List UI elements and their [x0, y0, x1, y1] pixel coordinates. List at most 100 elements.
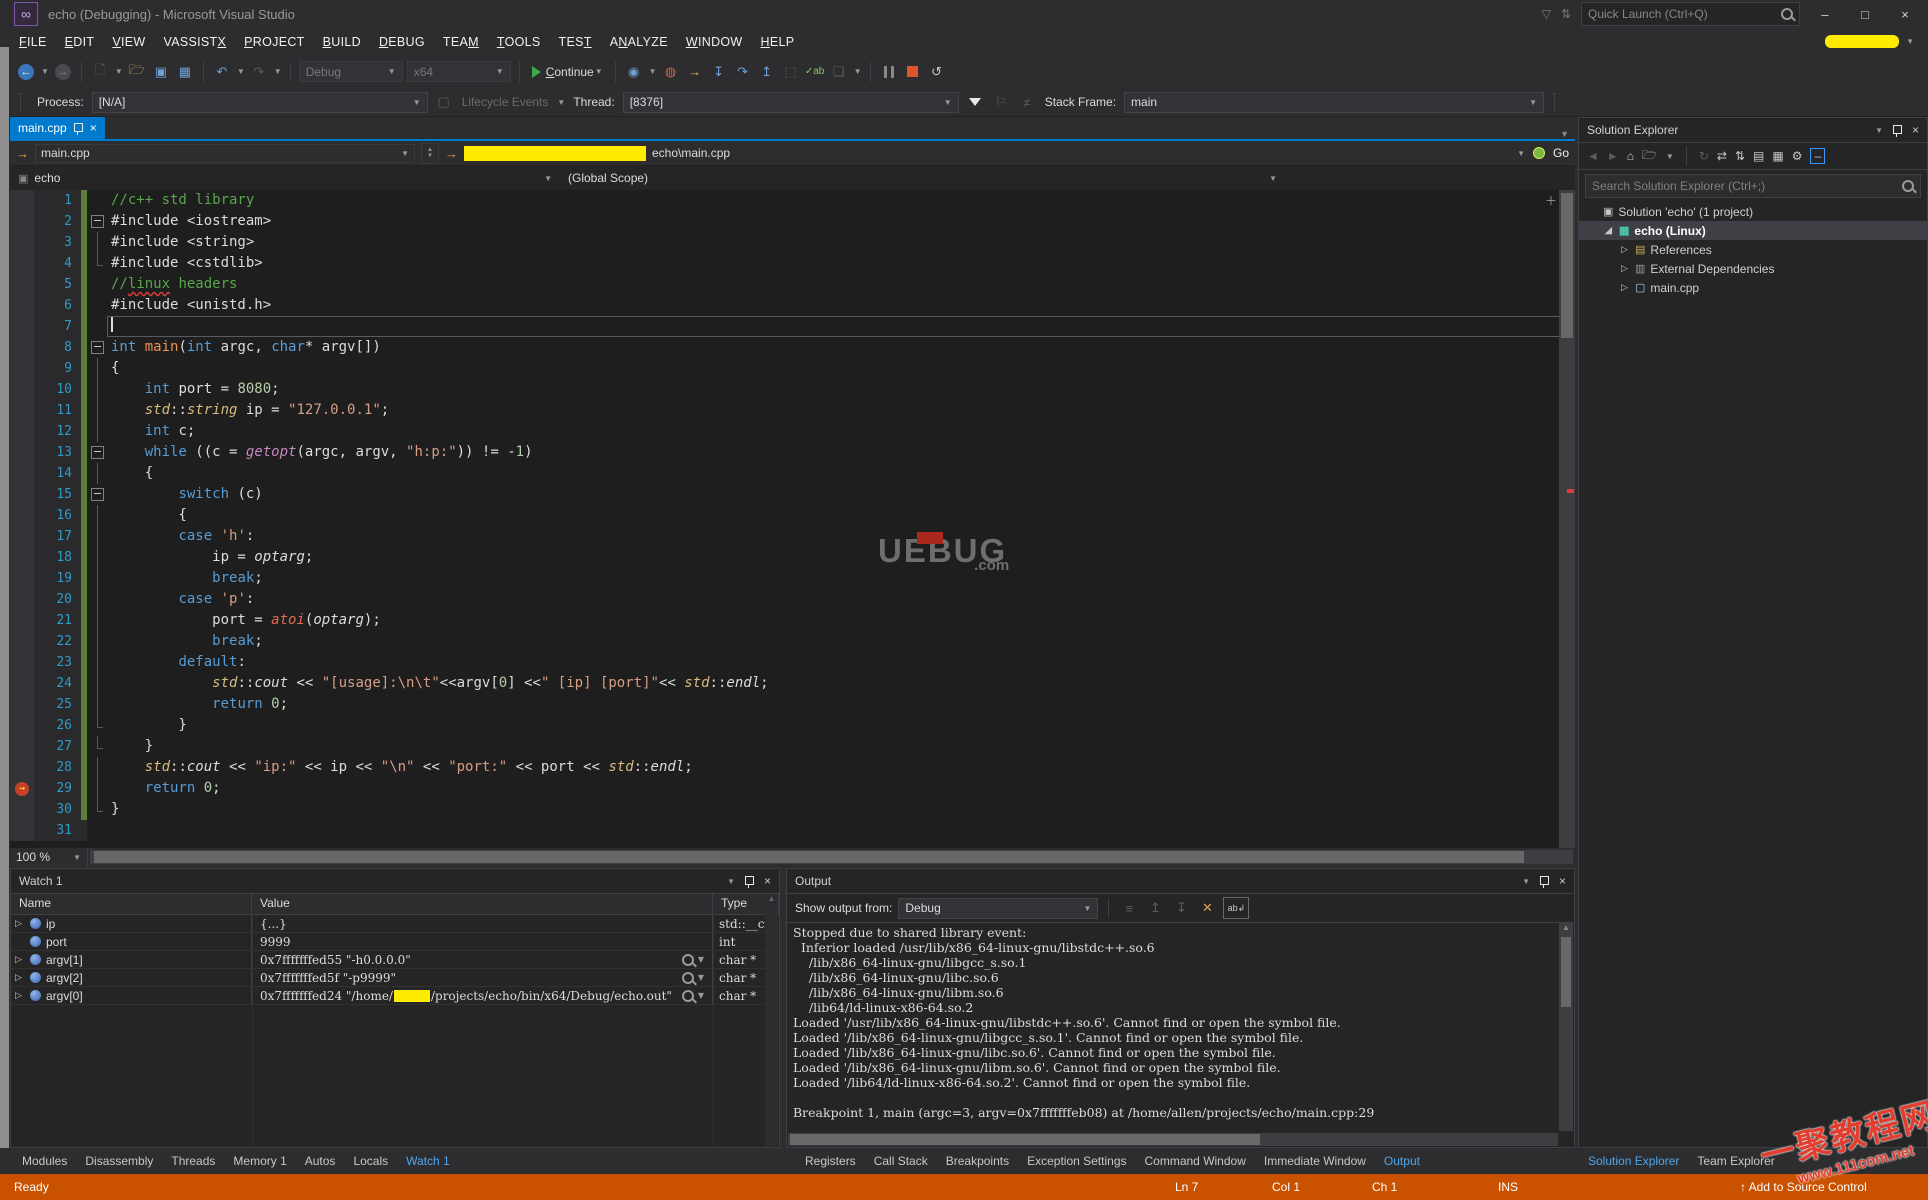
tool-tab-registers[interactable]: Registers: [797, 1150, 864, 1172]
code-text[interactable]: }: [107, 715, 1575, 736]
preview-selected-items-icon[interactable]: –: [1810, 148, 1826, 164]
breakpoint-margin[interactable]: [10, 400, 34, 421]
navigate-back-dropdown-icon[interactable]: ▼: [41, 67, 49, 76]
code-line-28[interactable]: 28 std::cout << "ip:" << ip << "\n" << "…: [10, 757, 1575, 778]
code-text[interactable]: break;: [107, 568, 1575, 589]
code-line-8[interactable]: 8 int main(int argc, char* argv[]): [10, 337, 1575, 358]
maximize-button[interactable]: □: [1850, 7, 1880, 22]
tool-tab-command-window[interactable]: Command Window: [1137, 1150, 1254, 1172]
breakpoint-margin[interactable]: [10, 190, 34, 211]
breakpoint-margin[interactable]: →: [10, 778, 34, 799]
menu-file[interactable]: FILE: [10, 31, 56, 53]
breakpoint-margin[interactable]: [10, 673, 34, 694]
home-icon[interactable]: ⌂: [1627, 149, 1634, 163]
new-file-dropdown-icon[interactable]: ▼: [115, 67, 123, 76]
collapse-all-icon[interactable]: ▤: [1753, 149, 1764, 163]
code-line-4[interactable]: 4 #include <cstdlib>: [10, 253, 1575, 274]
menu-debug[interactable]: DEBUG: [370, 31, 434, 53]
fold-margin[interactable]: [87, 421, 107, 442]
code-line-18[interactable]: 18 ip = optarg;: [10, 547, 1575, 568]
code-line-1[interactable]: 1 //c++ std library: [10, 190, 1575, 211]
word-wrap-icon[interactable]: ab↲: [1223, 897, 1250, 919]
visualizer-magnifier-icon[interactable]: [681, 971, 694, 984]
breakpoint-margin[interactable]: [10, 442, 34, 463]
flag-thread-icon[interactable]: ⚐: [991, 92, 1011, 112]
open-file-icon[interactable]: 🗁: [127, 62, 147, 82]
scope-combo[interactable]: (Global Scope) ▼: [560, 166, 1575, 190]
watch-abc-icon[interactable]: ✓ab: [805, 62, 825, 82]
code-line-26[interactable]: 26 }: [10, 715, 1575, 736]
clear-all-icon[interactable]: ✕: [1197, 898, 1217, 918]
fold-margin[interactable]: [87, 610, 107, 631]
filter-threads-icon[interactable]: [965, 92, 985, 112]
watch-scrollbar[interactable]: ▲: [765, 894, 778, 1146]
code-text[interactable]: case 'p':: [107, 589, 1575, 610]
code-line-31[interactable]: 31: [10, 820, 1575, 841]
breakpoint-margin[interactable]: [10, 547, 34, 568]
solution-search-box[interactable]: Search Solution Explorer (Ctrl+;): [1585, 174, 1921, 198]
code-text[interactable]: }: [107, 736, 1575, 757]
menu-help[interactable]: HELP: [752, 31, 804, 53]
fold-margin[interactable]: [87, 316, 107, 337]
fold-margin[interactable]: [87, 253, 107, 274]
fold-margin[interactable]: [87, 694, 107, 715]
breakpoint-margin[interactable]: [10, 589, 34, 610]
breakpoint-margin[interactable]: [10, 295, 34, 316]
code-text[interactable]: #include <iostream>: [107, 211, 1575, 232]
code-line-5[interactable]: 5 //linux headers: [10, 274, 1575, 295]
code-text[interactable]: std::cout << "ip:" << ip << "\n" << "por…: [107, 757, 1575, 778]
scrollbar-thumb[interactable]: [1561, 193, 1573, 338]
code-line-21[interactable]: 21 port = atoi(optarg);: [10, 610, 1575, 631]
code-line-23[interactable]: 23 default:: [10, 652, 1575, 673]
output-horizontal-scrollbar[interactable]: [788, 1133, 1558, 1146]
scrollbar-plus-icon[interactable]: ＋: [1545, 192, 1557, 209]
auto-hide-pin-icon[interactable]: [1892, 124, 1902, 137]
tab-close-icon[interactable]: ×: [90, 121, 97, 135]
code-text[interactable]: return 0;: [107, 694, 1575, 715]
breakpoint-margin[interactable]: [10, 610, 34, 631]
menu-view[interactable]: VIEW: [103, 31, 154, 53]
code-line-14[interactable]: 14 {: [10, 463, 1575, 484]
code-line-25[interactable]: 25 return 0;: [10, 694, 1575, 715]
navigate-forward-icon[interactable]: →: [53, 62, 73, 82]
minimize-button[interactable]: –: [1810, 7, 1840, 22]
menu-window[interactable]: WINDOW: [677, 31, 752, 53]
code-text[interactable]: #include <string>: [107, 232, 1575, 253]
fold-margin[interactable]: [87, 358, 107, 379]
user-dropdown-icon[interactable]: ▼: [1906, 37, 1914, 46]
feedback-icon[interactable]: ⇅: [1561, 7, 1571, 21]
breakpoint-margin[interactable]: [10, 316, 34, 337]
breakpoint-margin[interactable]: [10, 358, 34, 379]
code-text[interactable]: [107, 316, 1575, 337]
code-line-29[interactable]: → 29 return 0;: [10, 778, 1575, 799]
sync-with-active-document-icon[interactable]: ⇄: [1717, 149, 1727, 163]
notifications-icon[interactable]: ▽: [1542, 7, 1551, 21]
code-text[interactable]: }: [107, 799, 1575, 820]
freeze-thread-icon[interactable]: ≠: [1017, 92, 1037, 112]
column-value[interactable]: Value: [252, 894, 713, 914]
stack-frame-combo[interactable]: main ▼: [1124, 91, 1545, 113]
code-text[interactable]: while ((c = getopt(argc, argv, "h:p:")) …: [107, 442, 1575, 463]
tool-tab-locals[interactable]: Locals: [345, 1150, 396, 1172]
code-line-27[interactable]: 27 }: [10, 736, 1575, 757]
fold-margin[interactable]: [87, 715, 107, 736]
menu-project[interactable]: PROJECT: [235, 31, 313, 53]
break-all-icon[interactable]: [879, 62, 899, 82]
redo-dropdown-icon[interactable]: ▼: [274, 67, 282, 76]
fold-margin[interactable]: [87, 295, 107, 316]
tool-tab-threads[interactable]: Threads: [163, 1150, 223, 1172]
code-text[interactable]: ip = optarg;: [107, 547, 1575, 568]
tree-item-main-cpp[interactable]: ▷ ▢ main.cpp: [1579, 278, 1927, 297]
fold-margin[interactable]: [87, 757, 107, 778]
fold-margin[interactable]: [87, 799, 107, 820]
fold-margin[interactable]: [87, 547, 107, 568]
fold-margin[interactable]: [87, 736, 107, 757]
breakpoint-margin[interactable]: [10, 799, 34, 820]
tree-expander-icon[interactable]: ◢: [1603, 225, 1614, 236]
code-text[interactable]: #include <unistd.h>: [107, 295, 1575, 316]
menu-build[interactable]: BUILD: [314, 31, 370, 53]
refresh-icon[interactable]: ⇅: [1735, 149, 1745, 163]
code-line-10[interactable]: 10 int port = 8080;: [10, 379, 1575, 400]
watch-row-ip[interactable]: ▷ ip {...} std::__cx: [11, 915, 779, 933]
goto-next-message-icon[interactable]: ↧: [1171, 898, 1191, 918]
